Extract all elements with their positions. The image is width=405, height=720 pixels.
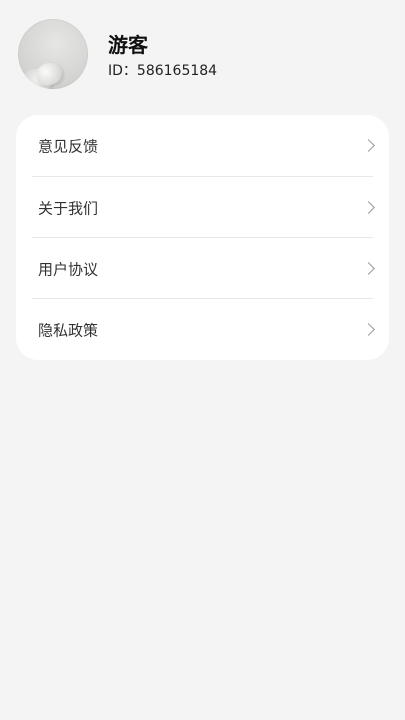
menu-item-privacy-policy[interactable]: 隐私政策 bbox=[16, 299, 389, 360]
menu-card: 意见反馈 关于我们 用户协议 隐私政策 bbox=[16, 115, 389, 360]
menu-item-user-agreement[interactable]: 用户协议 bbox=[16, 238, 389, 299]
chevron-right-icon bbox=[362, 322, 375, 336]
menu-item-feedback[interactable]: 意见反馈 bbox=[16, 115, 389, 176]
menu-item-label: 关于我们 bbox=[38, 199, 99, 217]
avatar[interactable] bbox=[18, 19, 88, 89]
user-id: ID：586165184 bbox=[108, 63, 218, 79]
chevron-right-icon bbox=[362, 261, 375, 275]
menu-item-label: 隐私政策 bbox=[38, 321, 99, 339]
menu-item-label: 用户协议 bbox=[38, 260, 99, 278]
menu-item-label: 意见反馈 bbox=[38, 137, 99, 155]
menu-item-about-us[interactable]: 关于我们 bbox=[16, 177, 389, 238]
chevron-right-icon bbox=[362, 138, 375, 152]
chevron-right-icon bbox=[362, 200, 375, 214]
profile-header: 游客 ID：586165184 bbox=[0, 0, 405, 110]
username: 游客 bbox=[108, 33, 148, 57]
